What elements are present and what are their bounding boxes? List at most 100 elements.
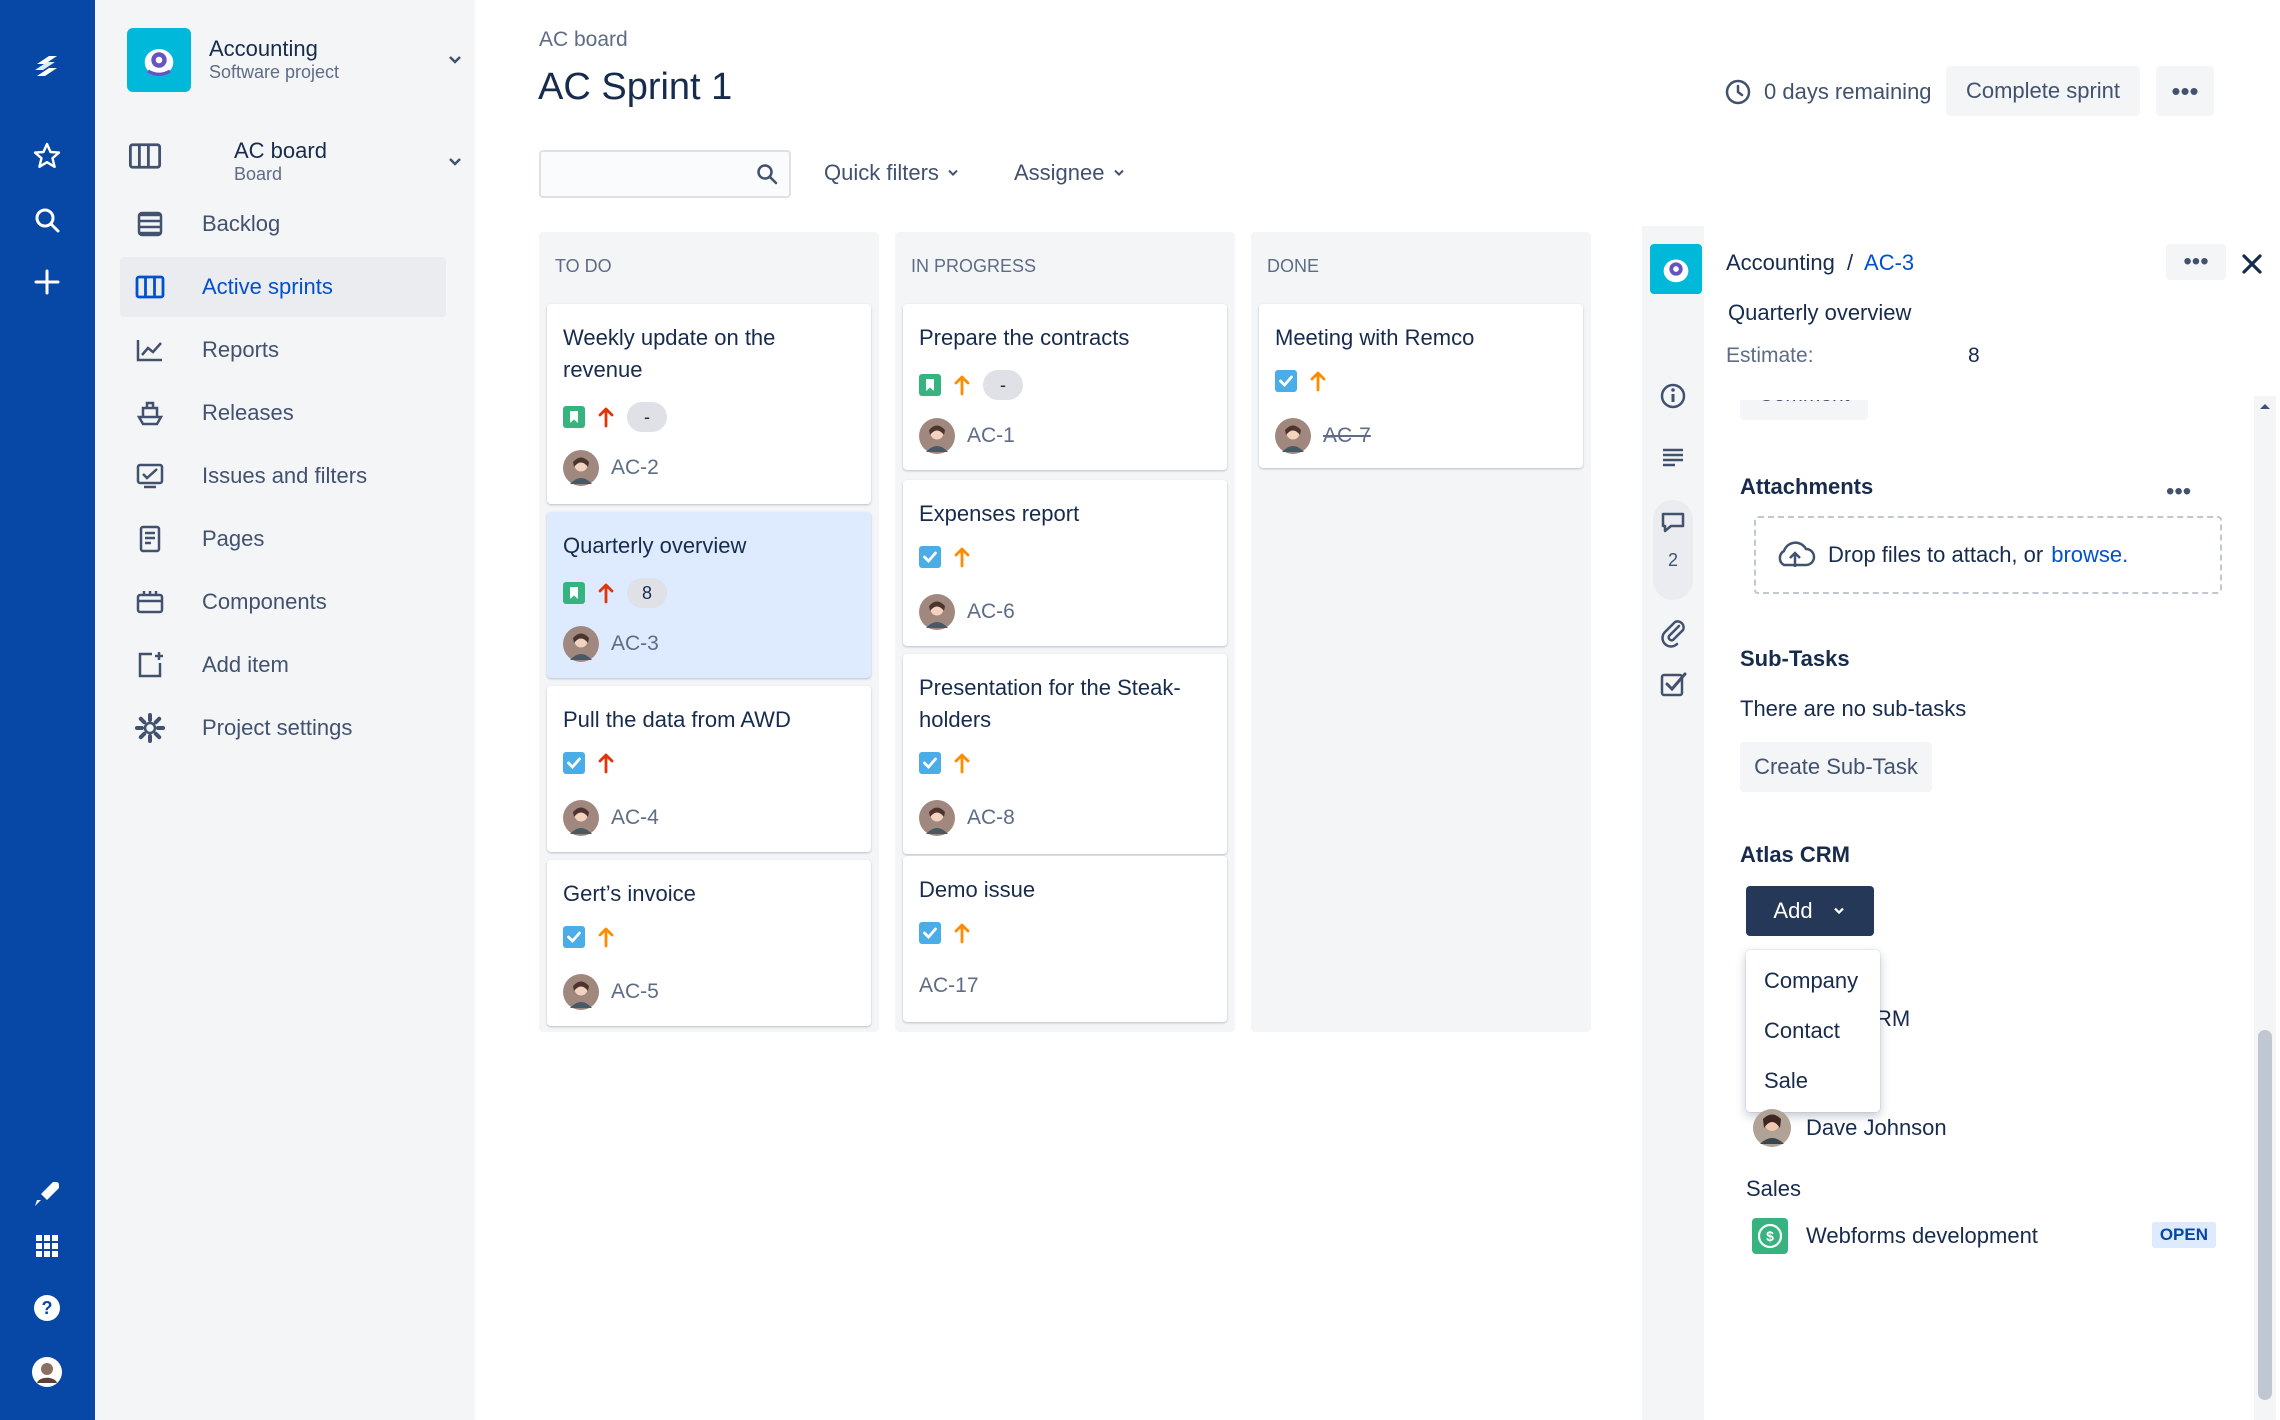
board-switcher[interactable]: AC board Board <box>127 128 461 188</box>
close-icon[interactable] <box>2236 248 2268 280</box>
sidebar-item-label: Project settings <box>202 715 353 740</box>
story-icon <box>563 582 585 604</box>
create-plus-icon[interactable] <box>23 258 71 306</box>
issue-summary[interactable]: Quarterly overview <box>1728 300 1911 326</box>
issue-card[interactable]: Pull the data from AWD AC-4 <box>547 686 871 852</box>
info-icon[interactable] <box>1657 380 1689 412</box>
menu-item-company[interactable]: Company <box>1764 968 1858 994</box>
sidebar-item-components[interactable]: Components <box>120 572 446 632</box>
issue-key: AC-6 <box>967 600 1015 623</box>
star-icon[interactable] <box>23 132 71 180</box>
global-nav: ? <box>0 0 95 1420</box>
issue-card[interactable]: Demo issue AC-17 <box>903 856 1227 1022</box>
project-type: Software project <box>209 62 340 82</box>
ship-icon <box>136 401 164 426</box>
sidebar-item-project-settings[interactable]: Project settings <box>120 698 446 758</box>
issue-card[interactable]: Expenses report AC-6 <box>903 480 1227 646</box>
issue-key: AC-1 <box>967 424 1015 447</box>
user-avatar-icon[interactable] <box>23 1348 71 1396</box>
issue-project-link[interactable]: Accounting <box>1726 250 1835 275</box>
issue-title: Meeting with Remco <box>1275 325 1475 350</box>
task-checkbox-icon <box>563 752 585 774</box>
column-title: TO DO <box>555 256 612 276</box>
board-column-in-progress: IN PROGRESS Prepare the contracts - AC-1 Exp… <box>895 232 1235 1032</box>
sale-name: Webforms development <box>1806 1223 2038 1248</box>
chevron-down-icon <box>449 56 461 64</box>
chevron-down-icon <box>1113 169 1124 177</box>
scroll-up-icon[interactable] <box>2254 396 2276 418</box>
sprint-more-button[interactable]: ••• <box>2156 66 2214 116</box>
issue-card[interactable]: Prepare the contracts - AC-1 <box>903 304 1227 470</box>
dollar-icon: $ <box>1752 1218 1788 1254</box>
board-type: Board <box>234 164 283 184</box>
issue-meta <box>1275 370 1327 392</box>
issue-card[interactable]: Gert’s invoice AC-5 <box>547 860 871 1026</box>
sidebar-item-issues-and-filters[interactable]: Issues and filters <box>120 446 446 506</box>
sidebar-item-label: Add item <box>202 652 289 677</box>
description-icon[interactable] <box>1657 442 1689 474</box>
crm-contact-row[interactable]: Dave Johnson <box>1752 1108 1947 1148</box>
issue-card[interactable]: Weekly update on the revenue - AC-2 <box>547 304 871 504</box>
priority-highest-icon <box>598 583 614 604</box>
priority-medium-icon <box>954 923 970 944</box>
help-icon[interactable]: ? <box>23 1284 71 1332</box>
apps-grid-icon[interactable] <box>23 1222 71 1270</box>
issue-key-row: AC-5 <box>563 974 659 1010</box>
issue-card[interactable]: Meeting with Remco AC-7 <box>1259 304 1583 468</box>
sidebar-item-pages[interactable]: Pages <box>120 509 446 569</box>
estimate-badge: 8 <box>627 578 667 608</box>
rocket-icon[interactable] <box>23 1170 71 1218</box>
menu-item-sale[interactable]: Sale <box>1764 1068 1808 1094</box>
issue-more-button[interactable]: ••• <box>2166 244 2226 280</box>
sidebar-item-active-sprints[interactable]: Active sprints <box>120 257 446 317</box>
complete-sprint-button[interactable]: Complete sprint <box>1946 66 2140 116</box>
estimate-badge: - <box>627 402 667 432</box>
add-label: Add <box>1773 898 1813 923</box>
task-checkbox-icon <box>919 922 941 944</box>
attachments-more-button[interactable]: ••• <box>2166 478 2191 506</box>
sidebar-item-label: Pages <box>202 526 265 551</box>
board-column-to-do: TO DO Weekly update on the revenue - AC-2 Qu… <box>539 232 879 1032</box>
priority-highest-icon <box>598 753 614 774</box>
project-switcher[interactable]: Accounting Software project <box>127 26 461 94</box>
sidebar-item-add-item[interactable]: Add item <box>120 635 446 695</box>
jira-logo-icon[interactable] <box>23 42 71 90</box>
comment-icon <box>1661 512 1685 533</box>
sidebar-item-reports[interactable]: Reports <box>120 320 446 380</box>
comments-nav[interactable]: 2 <box>1653 500 1693 600</box>
browse-link[interactable]: browse. <box>2051 542 2128 568</box>
attachment-dropzone[interactable]: Drop files to attach, or browse. <box>1754 516 2222 594</box>
issue-title: Prepare the contracts <box>919 325 1130 350</box>
issue-card[interactable]: Presentation for the Steak-holders AC-8 <box>903 654 1227 854</box>
issue-card[interactable]: Quarterly overview 8 AC-3 <box>547 512 871 678</box>
crm-add-button[interactable]: Add <box>1746 886 1874 936</box>
avatar <box>1275 418 1311 454</box>
issue-title: Demo issue <box>919 877 1036 902</box>
breadcrumb[interactable]: AC board <box>539 28 628 52</box>
sidebar-item-backlog[interactable]: Backlog <box>120 194 446 254</box>
issue-key-link[interactable]: AC-3 <box>1864 250 1914 275</box>
create-subtask-button[interactable]: Create Sub-Task <box>1740 742 1932 792</box>
board-icon <box>128 143 162 169</box>
scrollbar-thumb[interactable] <box>2258 1030 2272 1400</box>
quick-filters-dropdown[interactable]: Quick filters <box>824 160 961 186</box>
crm-sale-row[interactable]: $ Webforms development OPEN <box>1752 1218 2216 1254</box>
sidebar-item-label: Issues and filters <box>202 463 368 488</box>
task-checkbox-icon <box>919 546 941 568</box>
search-input[interactable] <box>539 150 791 198</box>
issue-key-row: AC-8 <box>919 800 1015 836</box>
sprint-remaining: 0 days remaining <box>1724 78 1932 106</box>
project-name: Accounting <box>209 36 318 61</box>
assignee-dropdown[interactable]: Assignee <box>1014 160 1127 186</box>
subtask-checkbox-icon[interactable] <box>1657 668 1689 700</box>
estimate-value[interactable]: 8 <box>1968 344 1980 368</box>
search-icon[interactable] <box>23 196 71 244</box>
sidebar-item-releases[interactable]: Releases <box>120 383 446 443</box>
page-icon <box>139 525 161 553</box>
issue-meta: - <box>919 370 1023 400</box>
comment-button[interactable]: Comment <box>1740 400 1868 420</box>
issue-key: AC-8 <box>967 806 1015 829</box>
paperclip-icon[interactable] <box>1657 616 1689 648</box>
menu-item-contact[interactable]: Contact <box>1764 1018 1840 1044</box>
issue-project-avatar-icon <box>1650 244 1702 294</box>
